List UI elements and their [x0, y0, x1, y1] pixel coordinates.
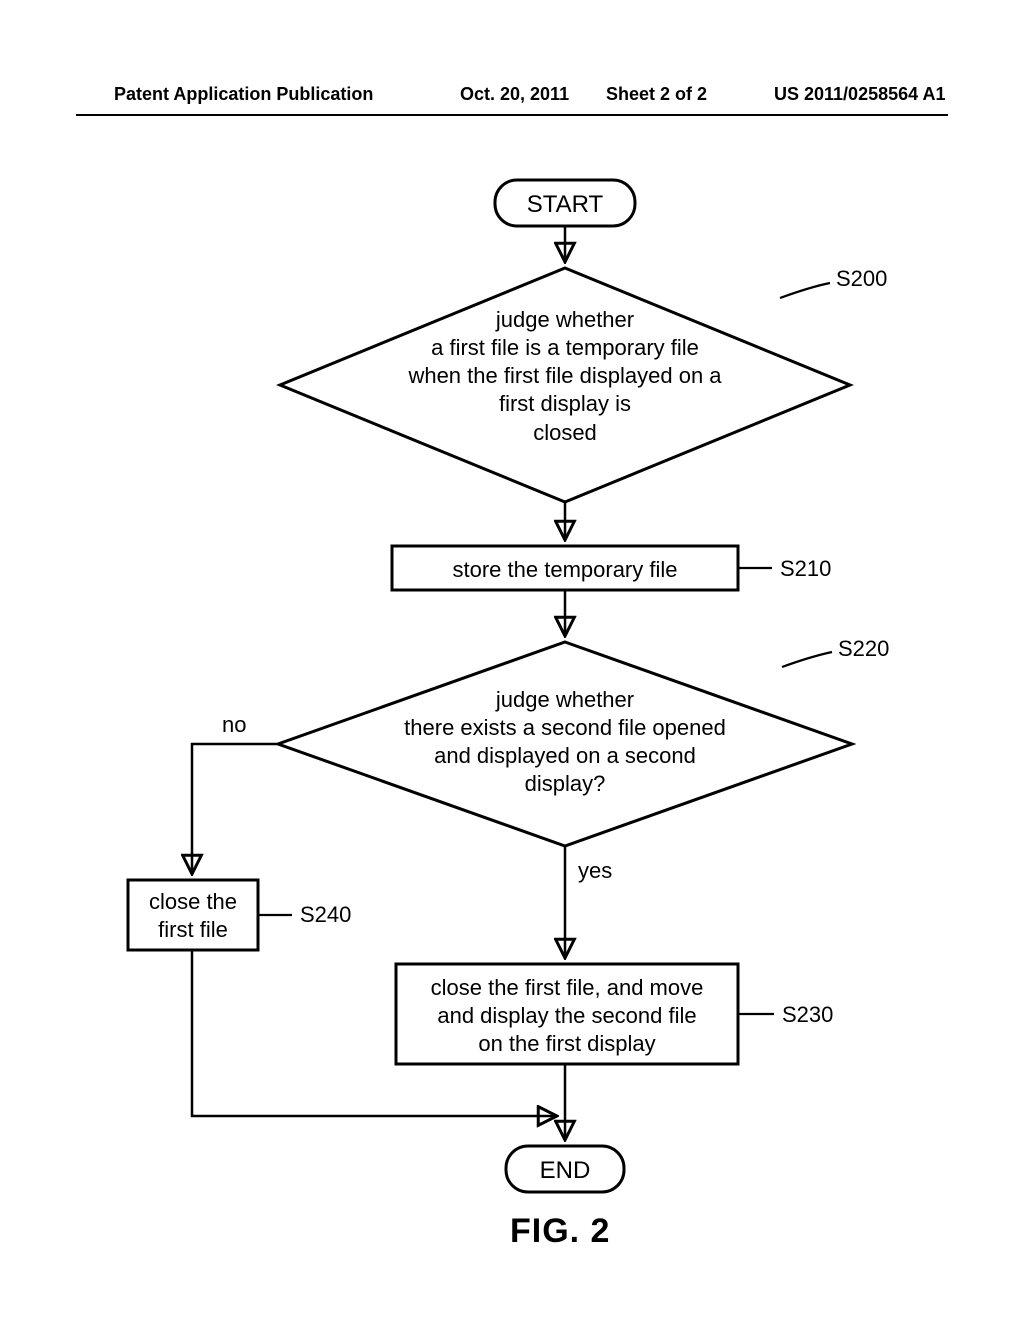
label-s220: S220	[838, 636, 889, 662]
branch-no: no	[222, 712, 246, 738]
page: Patent Application Publication Oct. 20, …	[0, 0, 1024, 1320]
decision-s200: judge whether a first file is a temporar…	[340, 306, 790, 447]
process-s210: store the temporary file	[392, 556, 738, 584]
label-s230: S230	[782, 1002, 833, 1028]
label-s240: S240	[300, 902, 351, 928]
branch-yes: yes	[578, 858, 612, 884]
end-node: END	[506, 1156, 624, 1187]
label-s200: S200	[836, 266, 887, 292]
figure-caption: FIG. 2	[510, 1212, 610, 1251]
process-s230: close the first file, and move and displ…	[396, 974, 738, 1058]
process-s240: close the first file	[128, 888, 258, 944]
label-s210: S210	[780, 556, 831, 582]
start-node: START	[495, 190, 635, 221]
decision-s220: judge whether there exists a second file…	[338, 686, 792, 799]
